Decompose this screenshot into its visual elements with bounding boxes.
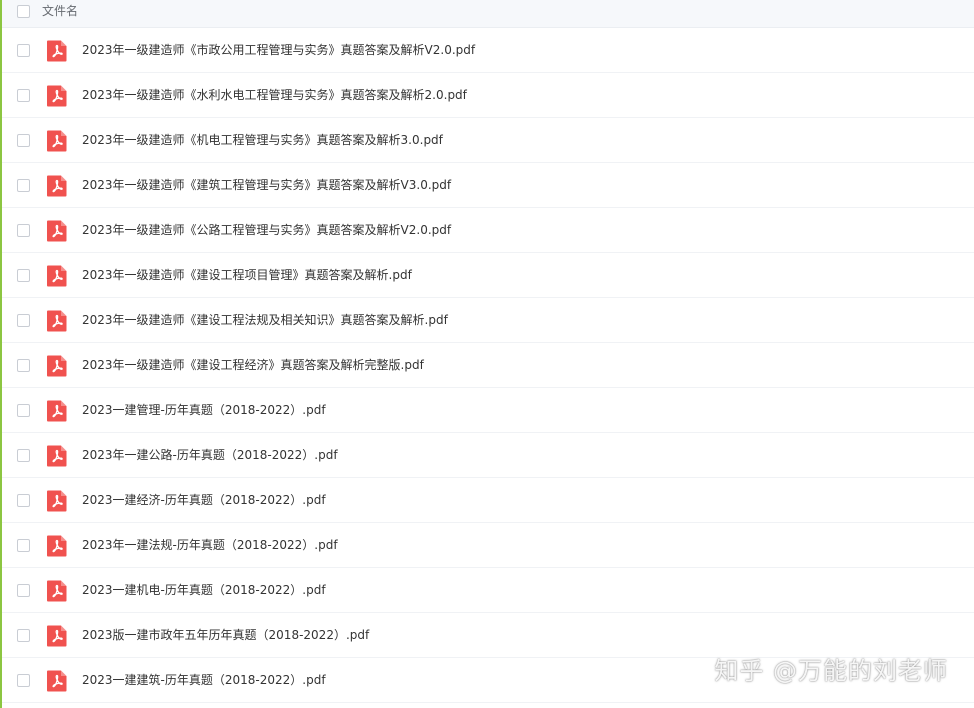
pdf-icon <box>46 399 68 422</box>
pdf-icon <box>46 264 68 287</box>
row-checkbox[interactable] <box>17 179 30 192</box>
pdf-icon <box>46 129 68 152</box>
file-list-panel: 文件名 2023年一级建造师《市政公用工程管理与实务》真题答案及解析V2.0.p… <box>0 0 974 708</box>
row-checkbox[interactable] <box>17 674 30 687</box>
pdf-icon <box>46 309 68 332</box>
file-row[interactable]: 2023年一建法规-历年真题（2018-2022）.pdf <box>2 523 974 568</box>
row-checkbox[interactable] <box>17 314 30 327</box>
pdf-icon <box>46 354 68 377</box>
pdf-icon <box>46 489 68 512</box>
file-name[interactable]: 2023年一级建造师《市政公用工程管理与实务》真题答案及解析V2.0.pdf <box>82 42 475 58</box>
watermark: 知乎 @万能的刘老师 <box>714 657 948 685</box>
file-row[interactable]: 2023年一级建造师《建筑工程管理与实务》真题答案及解析V3.0.pdf <box>2 163 974 208</box>
pdf-icon <box>46 219 68 242</box>
pdf-icon <box>46 579 68 602</box>
file-row[interactable]: 2023一建机电-历年真题（2018-2022）.pdf <box>2 568 974 613</box>
file-row[interactable]: 2023一建管理-历年真题（2018-2022）.pdf <box>2 388 974 433</box>
file-row[interactable]: 2023年一级建造师《公路工程管理与实务》真题答案及解析V2.0.pdf <box>2 208 974 253</box>
file-name[interactable]: 2023年一级建造师《建设工程法规及相关知识》真题答案及解析.pdf <box>82 312 448 328</box>
row-checkbox[interactable] <box>17 629 30 642</box>
file-row[interactable]: 2023年一级建造师《建设工程法规及相关知识》真题答案及解析.pdf <box>2 298 974 343</box>
row-checkbox[interactable] <box>17 539 30 552</box>
file-row[interactable]: 2023年一建公路-历年真题（2018-2022）.pdf <box>2 433 974 478</box>
file-name[interactable]: 2023版一建市政年五年历年真题（2018-2022）.pdf <box>82 627 369 643</box>
file-name[interactable]: 2023年一级建造师《建设工程经济》真题答案及解析完整版.pdf <box>82 357 424 373</box>
row-checkbox[interactable] <box>17 269 30 282</box>
pdf-icon <box>46 669 68 692</box>
pdf-icon <box>46 444 68 467</box>
row-checkbox[interactable] <box>17 494 30 507</box>
file-row[interactable]: 2023年一级建造师《市政公用工程管理与实务》真题答案及解析V2.0.pdf <box>2 28 974 73</box>
file-name[interactable]: 2023年一建法规-历年真题（2018-2022）.pdf <box>82 537 338 553</box>
row-checkbox[interactable] <box>17 44 30 57</box>
row-checkbox[interactable] <box>17 404 30 417</box>
file-name[interactable]: 2023一建建筑-历年真题（2018-2022）.pdf <box>82 672 326 688</box>
file-name[interactable]: 2023年一建公路-历年真题（2018-2022）.pdf <box>82 447 338 463</box>
file-name[interactable]: 2023年一级建造师《建设工程项目管理》真题答案及解析.pdf <box>82 267 412 283</box>
column-header-filename[interactable]: 文件名 <box>42 3 78 19</box>
row-checkbox[interactable] <box>17 449 30 462</box>
file-row[interactable]: 2023年一级建造师《建设工程经济》真题答案及解析完整版.pdf <box>2 343 974 388</box>
row-checkbox[interactable] <box>17 584 30 597</box>
file-name[interactable]: 2023年一级建造师《建筑工程管理与实务》真题答案及解析V3.0.pdf <box>82 177 451 193</box>
pdf-icon <box>46 39 68 62</box>
pdf-icon <box>46 84 68 107</box>
row-checkbox[interactable] <box>17 224 30 237</box>
row-checkbox[interactable] <box>17 359 30 372</box>
file-name[interactable]: 2023一建机电-历年真题（2018-2022）.pdf <box>82 582 326 598</box>
list-header: 文件名 <box>2 0 974 28</box>
file-row[interactable]: 2023年一级建造师《建设工程项目管理》真题答案及解析.pdf <box>2 253 974 298</box>
pdf-icon <box>46 624 68 647</box>
file-row[interactable]: 2023年一级建造师《机电工程管理与实务》真题答案及解析3.0.pdf <box>2 118 974 163</box>
pdf-icon <box>46 534 68 557</box>
file-row[interactable]: 2023一建经济-历年真题（2018-2022）.pdf <box>2 478 974 523</box>
file-name[interactable]: 2023一建管理-历年真题（2018-2022）.pdf <box>82 402 326 418</box>
file-name[interactable]: 2023年一级建造师《水利水电工程管理与实务》真题答案及解析2.0.pdf <box>82 87 467 103</box>
file-name[interactable]: 2023年一级建造师《机电工程管理与实务》真题答案及解析3.0.pdf <box>82 132 443 148</box>
select-all-checkbox[interactable] <box>17 5 30 18</box>
file-row[interactable]: 2023年一级建造师《水利水电工程管理与实务》真题答案及解析2.0.pdf <box>2 73 974 118</box>
row-checkbox[interactable] <box>17 89 30 102</box>
file-name[interactable]: 2023年一级建造师《公路工程管理与实务》真题答案及解析V2.0.pdf <box>82 222 451 238</box>
file-name[interactable]: 2023一建经济-历年真题（2018-2022）.pdf <box>82 492 326 508</box>
pdf-icon <box>46 174 68 197</box>
file-list: 2023年一级建造师《市政公用工程管理与实务》真题答案及解析V2.0.pdf 20… <box>2 28 974 703</box>
row-checkbox[interactable] <box>17 134 30 147</box>
